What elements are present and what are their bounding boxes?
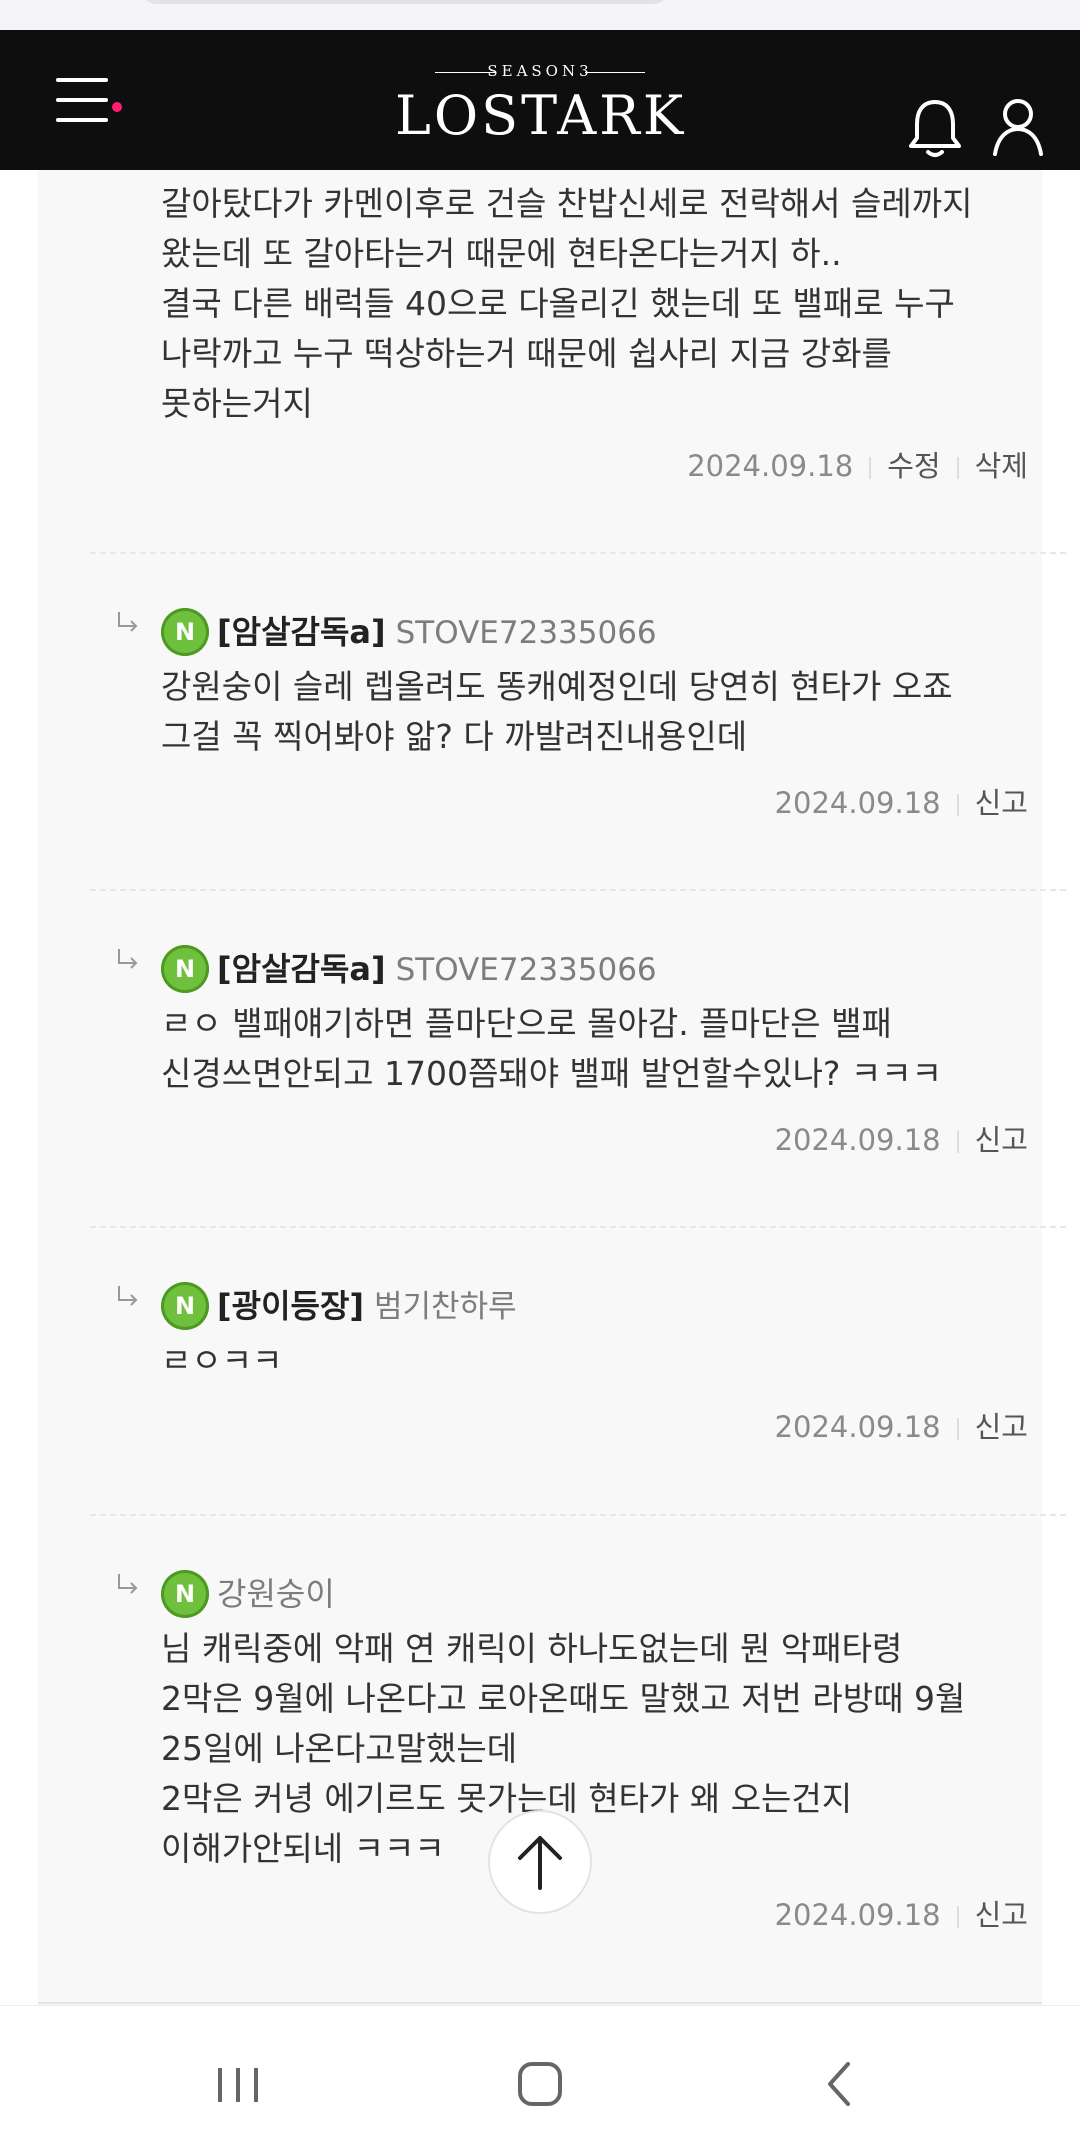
- edit-button[interactable]: 수정: [887, 449, 940, 483]
- comment-body: ㄹㅇㅋㅋ: [161, 1341, 283, 1380]
- user-icon[interactable]: [990, 96, 1046, 160]
- comment-author[interactable]: 강원숭이: [217, 1569, 335, 1619]
- level-badge-icon: N: [161, 1570, 209, 1618]
- author-nickname[interactable]: [암살감독a]: [217, 950, 386, 988]
- comment-date: 2024.09.18: [774, 786, 941, 820]
- lostark-logo[interactable]: SEASON3 LOSTARK: [395, 52, 685, 152]
- browser-top-strip: [0, 0, 1080, 30]
- scroll-top-button[interactable]: [488, 1810, 592, 1914]
- system-navigation-bar: [0, 2005, 1080, 2146]
- author-nickname[interactable]: [광이등장]: [217, 1287, 364, 1325]
- comment-date: 2024.09.18: [774, 1410, 941, 1444]
- comment-divider: [90, 1514, 1066, 1516]
- home-icon[interactable]: [512, 2056, 568, 2112]
- comment-meta: 2024.09.18 신고: [775, 1895, 1028, 1935]
- recent-apps-icon[interactable]: [212, 2060, 264, 2108]
- comment-body: ㄹㅇ 밸패얘기하면 플마단으로 몰아감. 플마단은 밸패 신경쓰면안되고 170…: [161, 1004, 943, 1093]
- level-badge-icon: N: [161, 608, 209, 656]
- reply-arrow-icon: [116, 1286, 140, 1308]
- notification-dot: [112, 102, 122, 112]
- back-icon[interactable]: [820, 2058, 860, 2110]
- author-id: 범기찬하루: [374, 1289, 517, 1325]
- comment-divider: [38, 2002, 1042, 2004]
- comment-date: 2024.09.18: [687, 449, 854, 483]
- report-button[interactable]: 신고: [975, 1123, 1028, 1157]
- level-badge-icon: N: [161, 1282, 209, 1330]
- logo-main-text: LOSTARK: [395, 84, 687, 147]
- comment-date: 2024.09.18: [774, 1898, 941, 1932]
- bell-icon[interactable]: [906, 96, 964, 160]
- comment-body: 강원숭이 슬레 렙올려도 똥캐예정인데 당연히 현타가 오죠 그걸 꼭 찍어봐야…: [161, 667, 953, 756]
- comment-author[interactable]: [암살감독a] STOVE72335066: [217, 944, 657, 994]
- hamburger-menu-icon[interactable]: [56, 78, 108, 122]
- comment-meta: 2024.09.18 신고: [775, 783, 1028, 823]
- author-nickname[interactable]: [암살감독a]: [217, 613, 386, 651]
- report-button[interactable]: 신고: [975, 1410, 1028, 1444]
- comment-divider: [90, 1226, 1066, 1228]
- author-id: STOVE72335066: [395, 952, 657, 988]
- comment-author[interactable]: [암살감독a] STOVE72335066: [217, 607, 657, 657]
- comment-divider: [90, 552, 1066, 554]
- arrow-up-icon: [518, 1836, 562, 1890]
- reply-arrow-icon: [116, 949, 140, 971]
- comment-body: 님 캐릭중에 악패 연 캐릭이 하나도없는데 뭔 악패타령 2막은 9월에 나온…: [161, 1629, 966, 1868]
- author-id: STOVE72335066: [395, 615, 657, 651]
- logo-season-text: SEASON3: [487, 62, 593, 80]
- comment-divider: [90, 889, 1066, 891]
- comment-meta: 2024.09.18 수정 삭제: [687, 446, 1028, 486]
- level-badge-icon: N: [161, 945, 209, 993]
- delete-button[interactable]: 삭제: [975, 449, 1028, 483]
- reply-arrow-icon: [116, 612, 140, 634]
- reply-arrow-icon: [116, 1574, 140, 1596]
- comment-date: 2024.09.18: [774, 1123, 941, 1157]
- comment-list: 갈아탔다가 카멘이후로 건슬 찬밥신세로 전락해서 슬레까지 왔는데 또 갈아타…: [38, 170, 1066, 2005]
- comment-body: 갈아탔다가 카멘이후로 건슬 찬밥신세로 전락해서 슬레까지 왔는데 또 갈아타…: [161, 184, 973, 423]
- comment-meta: 2024.09.18 신고: [775, 1407, 1028, 1447]
- comment-meta: 2024.09.18 신고: [775, 1120, 1028, 1160]
- report-button[interactable]: 신고: [975, 786, 1028, 820]
- author-nickname[interactable]: 강원숭이: [217, 1575, 335, 1613]
- report-button[interactable]: 신고: [975, 1898, 1028, 1932]
- site-header: SEASON3 LOSTARK: [0, 30, 1080, 170]
- comment-author[interactable]: [광이등장] 범기찬하루: [217, 1281, 517, 1331]
- browser-address-bar-edge[interactable]: [140, 0, 670, 4]
